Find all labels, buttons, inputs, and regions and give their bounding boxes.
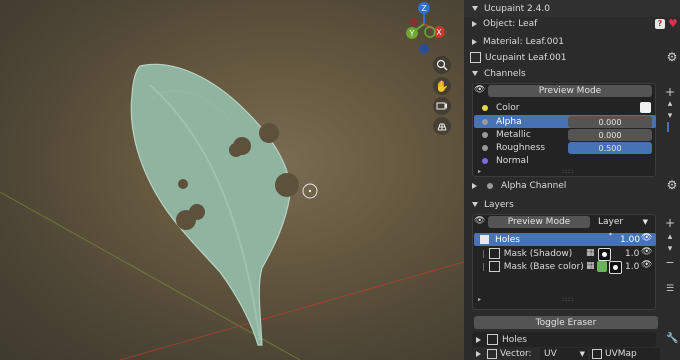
hand-pan-icon[interactable]: ✋ bbox=[433, 77, 451, 95]
channels-title: Channels bbox=[484, 68, 526, 79]
uvmap-icon bbox=[592, 349, 602, 359]
image-layer-icon bbox=[487, 334, 498, 345]
heart-icon[interactable]: ♥ bbox=[668, 17, 678, 30]
image-layer-icon bbox=[480, 235, 489, 244]
expand-arrow-icon[interactable] bbox=[472, 38, 477, 45]
leaf-hole bbox=[176, 210, 196, 230]
grid-icon[interactable] bbox=[433, 117, 451, 135]
drag-handle-icon[interactable]: :::: bbox=[562, 296, 574, 303]
channels-preview-mode-button[interactable]: Preview Mode bbox=[488, 85, 652, 97]
help-icon[interactable]: ? bbox=[655, 19, 665, 29]
link-icon: ❘ bbox=[480, 262, 487, 271]
metallic-value-field[interactable]: 0.000 bbox=[568, 129, 652, 141]
expand-arrow-icon[interactable] bbox=[476, 351, 481, 357]
link-icon: ❘ bbox=[480, 249, 487, 258]
layers-preview-mode-button[interactable]: Preview Mode bbox=[488, 216, 590, 228]
eye-icon[interactable]: 👁 bbox=[641, 260, 652, 270]
object-row[interactable]: Object: Leaf bbox=[464, 15, 680, 32]
eye-icon[interactable]: 👁 bbox=[474, 216, 485, 228]
node-tree-icon[interactable]: ▦ bbox=[586, 248, 595, 258]
drag-handle-icon[interactable]: :::: bbox=[562, 168, 574, 175]
expand-arrow-icon[interactable] bbox=[476, 336, 481, 343]
layers-header[interactable]: Layers bbox=[464, 196, 680, 213]
x-axis-line bbox=[119, 261, 464, 360]
channel-item-normal[interactable]: Normal bbox=[476, 154, 654, 167]
vector-dropdown[interactable]: UV ▼ bbox=[540, 348, 588, 360]
expand-arrow-icon[interactable] bbox=[472, 20, 477, 27]
layer-dropdown[interactable]: Layer ▼ bbox=[594, 216, 652, 228]
leaf-hole bbox=[275, 173, 299, 197]
modified-star-icon: * bbox=[609, 232, 612, 239]
image-mask-icon bbox=[488, 248, 500, 259]
collapse-arrow-icon[interactable] bbox=[472, 202, 478, 207]
alpha-channel-row[interactable]: Alpha Channel bbox=[464, 177, 680, 194]
camera-icon[interactable] bbox=[433, 97, 451, 115]
svg-text:Y: Y bbox=[409, 29, 415, 38]
leaf-hole bbox=[178, 179, 188, 189]
chevron-down-icon: ▼ bbox=[642, 218, 648, 226]
alpha-dot-icon bbox=[482, 118, 488, 125]
material-label: Material: Leaf.001 bbox=[483, 36, 564, 47]
alpha-value-field[interactable]: 0.000 bbox=[568, 116, 652, 128]
roughness-dot-icon bbox=[482, 144, 488, 151]
holes-footer-row[interactable]: Holes bbox=[472, 332, 656, 347]
mask-base-color-value[interactable]: 1.0 bbox=[625, 262, 639, 272]
color-swatch[interactable] bbox=[640, 102, 651, 113]
node-row[interactable]: Ucupaint Leaf.001 bbox=[464, 49, 680, 66]
gear-icon[interactable]: ⚙ bbox=[666, 178, 678, 192]
node-label: Ucupaint Leaf.001 bbox=[485, 52, 567, 63]
holes-opacity-value[interactable]: 1.00 bbox=[620, 235, 640, 245]
channels-header[interactable]: Channels bbox=[464, 65, 680, 82]
material-row[interactable]: Material: Leaf.001 bbox=[464, 33, 680, 50]
toggle-eraser-button[interactable]: Toggle Eraser bbox=[474, 316, 658, 329]
add-layer-icon[interactable]: + bbox=[664, 216, 676, 230]
panel-title: Ucupaint 2.4.0 bbox=[484, 3, 550, 14]
move-down-icon[interactable]: ▾ bbox=[664, 111, 676, 121]
uvmap-dropdown[interactable]: UVMap bbox=[590, 348, 660, 360]
ucupaint-panel: Ucupaint 2.4.0 Object: Leaf ? ♥ Material… bbox=[464, 0, 680, 360]
vector-icon bbox=[487, 349, 497, 359]
remove-layer-icon[interactable]: − bbox=[664, 256, 676, 269]
mask-thumbnail[interactable] bbox=[609, 261, 622, 274]
expand-arrow-icon[interactable] bbox=[472, 182, 477, 189]
list-resize-icon[interactable]: ▸ bbox=[478, 296, 481, 303]
move-up-icon[interactable]: ▴ bbox=[664, 99, 676, 109]
wrench-icon[interactable]: 🔧 bbox=[666, 333, 678, 344]
svg-text:Z: Z bbox=[421, 4, 427, 13]
eye-icon[interactable]: 👁 bbox=[474, 85, 485, 97]
collapse-arrow-icon[interactable] bbox=[472, 6, 478, 11]
node-icon bbox=[470, 52, 481, 63]
navigation-gizmo[interactable]: Z X Y bbox=[402, 0, 446, 60]
metallic-dot-icon bbox=[482, 131, 488, 138]
move-down-icon[interactable]: ▾ bbox=[664, 244, 676, 254]
roughness-value-field[interactable]: 0.500 bbox=[568, 142, 652, 154]
scrollbar[interactable] bbox=[667, 122, 669, 132]
layers-title: Layers bbox=[484, 199, 514, 210]
collapse-arrow-icon[interactable] bbox=[472, 71, 478, 76]
color-dot-icon bbox=[482, 104, 488, 111]
normal-dot-icon bbox=[482, 157, 488, 164]
color-thumbnail[interactable] bbox=[597, 261, 607, 272]
gear-icon[interactable]: ⚙ bbox=[666, 50, 678, 64]
3d-viewport[interactable]: Z X Y ✋ bbox=[0, 0, 464, 360]
node-tree-icon[interactable]: ▦ bbox=[586, 261, 595, 271]
channel-item-color[interactable]: Color bbox=[476, 101, 654, 114]
eye-icon[interactable]: 👁 bbox=[641, 247, 652, 257]
image-mask-icon bbox=[488, 261, 500, 272]
leaf-mesh bbox=[130, 63, 291, 346]
viewport-scene bbox=[0, 63, 464, 360]
leaf-hole bbox=[259, 123, 279, 143]
eye-icon[interactable]: 👁 bbox=[641, 233, 652, 243]
mask-shadow-value[interactable]: 1.0 bbox=[625, 249, 639, 259]
add-channel-icon[interactable]: + bbox=[664, 85, 676, 99]
zoom-icon[interactable] bbox=[433, 56, 451, 74]
chevron-down-icon: ▼ bbox=[579, 350, 585, 358]
leaf-hole bbox=[229, 143, 243, 157]
svg-text:X: X bbox=[436, 28, 442, 37]
alpha-channel-dot-icon bbox=[487, 182, 493, 189]
move-up-icon[interactable]: ▴ bbox=[664, 232, 676, 242]
list-options-icon[interactable]: ☰ bbox=[664, 284, 676, 294]
list-resize-icon[interactable]: ▸ bbox=[478, 168, 481, 175]
object-label: Object: Leaf bbox=[483, 18, 538, 29]
